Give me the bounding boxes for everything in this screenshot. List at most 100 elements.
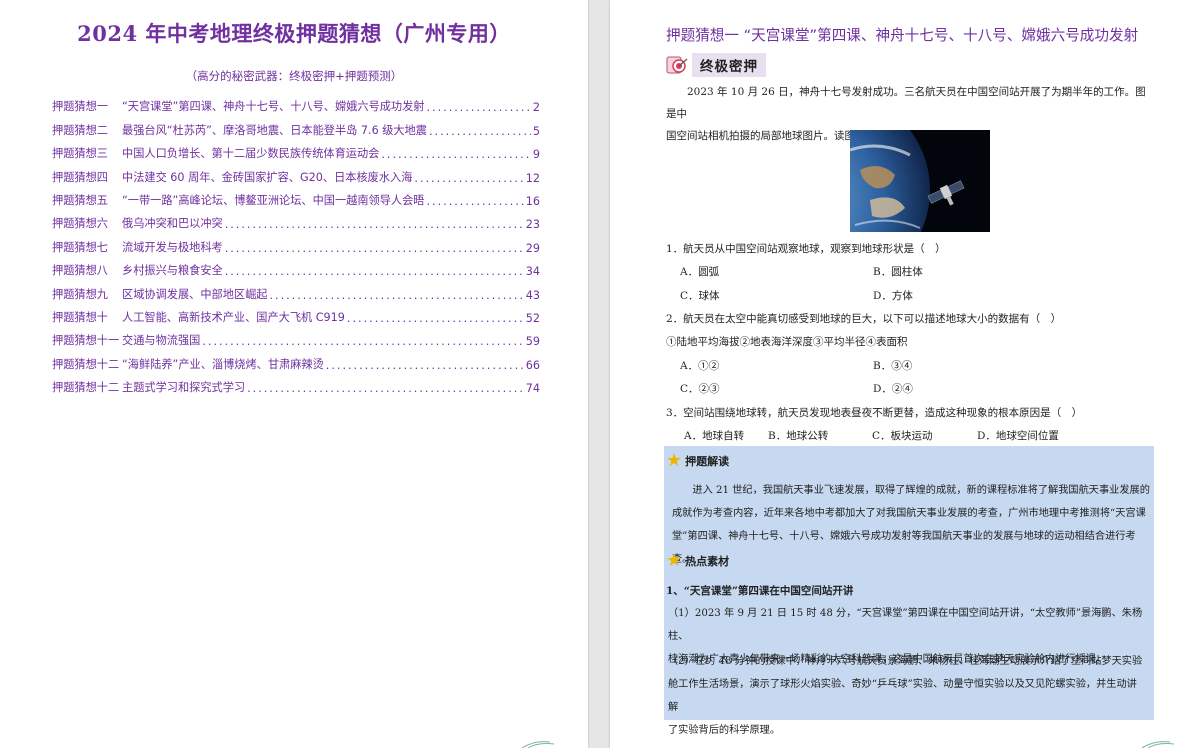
toc-entry-label: 押题猜想二 — [52, 123, 108, 137]
toc-entry-label: 押题猜想六 — [52, 217, 108, 231]
toc-entry[interactable]: 押题猜想九区域协调发展、中部地区崛起 43 — [52, 278, 540, 302]
toc-entry[interactable]: 押题猜想二最强台风“杜苏芮”、摩洛哥地震、日本能登半岛 7.6 级大地震 5 — [52, 114, 540, 138]
toc-entry-text: 人工智能、高新技术产业、国产大飞机 C919 — [122, 310, 345, 324]
toc-entry[interactable]: 押题猜想七流域开发与极地科考 29 — [52, 231, 540, 255]
target-icon — [666, 54, 688, 76]
toc-leader-dots — [225, 218, 524, 231]
toc-entry-text: 最强台风“杜苏芮”、摩洛哥地震、日本能登半岛 7.6 级大地震 — [122, 123, 427, 137]
toc-leader-dots — [269, 289, 523, 302]
toc-entry[interactable]: 押题猜想三中国人口负增长、第十二届少数民族传统体育运动会 9 — [52, 138, 540, 161]
toc-entry-text: “海鲜陆养”产业、淄博烧烤、甘肃麻辣烫 — [122, 357, 324, 371]
document-title: 2024 年中考地理终极押题猜想（广州专用） — [77, 21, 511, 46]
toc-entry-page: 43 — [525, 288, 540, 302]
toc-entry-page: 52 — [525, 311, 540, 325]
toc-leader-dots — [225, 242, 524, 255]
toc-entry-text: “一带一路”高峰论坛、博鳌亚洲论坛、中国一越南领导人会晤 — [122, 193, 425, 207]
toc-entry-page: 5 — [532, 124, 540, 138]
toc-subtitle: （高分的秘密武器：终极密押+押题预测） — [185, 69, 403, 83]
analysis-line: 成就作为考查内容，近年来各地中考都加大了对我国航天事业发展的考查，广州市地理中考… — [672, 508, 1146, 519]
content-page: 押题猜想一 “天宫课堂”第四课、神舟十七号、十八号、嫦娥六号成功发射 终极密押 … — [610, 0, 1198, 748]
final-prediction-badge: 终极密押 — [666, 53, 766, 77]
table-of-contents: 押题猜想一 “天宫课堂”第四课、神舟十七号、十八号、嫦娥六号成功发射 2 押题猜想二… — [52, 91, 540, 395]
toc-entry[interactable]: 押题猜想十人工智能、高新技术产业、国产大飞机 C919 52 — [52, 302, 540, 325]
toc-entry-page: 59 — [525, 335, 540, 349]
option-2c[interactable]: C．②③ — [680, 381, 720, 396]
toc-entry-label: 押题猜想八 — [52, 264, 108, 278]
hot-material-heading-label: 热点素材 — [685, 555, 730, 568]
toc-leader-dots — [347, 312, 524, 325]
option-1a[interactable]: A．圆弧 — [680, 264, 719, 279]
analysis-line: 进入 21 世纪，我国航天事业飞速发展，取得了辉煌的成就，新的课程标准将了解我国… — [692, 485, 1150, 496]
toc-entry-text: 中国人口负增长、第十二届少数民族传统体育运动会 — [122, 147, 380, 161]
toc-entry-text: 区域协调发展、中部地区崛起 — [122, 287, 268, 301]
toc-entry[interactable]: 押题猜想十二“海鲜陆养”产业、淄博烧烤、甘肃麻辣烫 66 — [52, 348, 540, 372]
toc-entry-page: 74 — [525, 382, 540, 396]
option-2a[interactable]: A．①② — [680, 358, 719, 373]
toc-entry-label: 押题猜想三 — [52, 147, 108, 161]
toc-leader-dots — [381, 148, 531, 161]
toc-page: 2024 年中考地理终极押题猜想（广州专用） （高分的秘密武器：终极密押+押题预… — [0, 0, 588, 748]
toc-entry-label: 押题猜想七 — [52, 240, 108, 254]
hot-line: 了实验背后的科学原理。 — [668, 725, 781, 736]
question-1: 1．航天员从中国空间站观察地球，观察到地球形状是（ ） — [666, 243, 946, 255]
toc-entry-text: 中法建交 60 周年、金砖国家扩容、G20、日本核废水入海 — [122, 170, 413, 184]
hot-line: （1）2023 年 9 月 21 日 15 时 48 分，“天宫课堂”第四课在中… — [668, 608, 1143, 642]
toc-entry[interactable]: 押题猜想四中法建交 60 周年、金砖国家扩容、G20、日本核废水入海 12 — [52, 161, 540, 185]
toc-leader-dots — [429, 125, 531, 138]
toc-entry-text: 乡村振兴与粮食安全 — [122, 264, 223, 278]
toc-entry-label: 押题猜想十 — [52, 310, 108, 324]
toc-entry-text: 流域开发与极地科考 — [122, 240, 223, 254]
toc-leader-dots — [247, 382, 524, 395]
option-3d[interactable]: D．地球空间位置 — [977, 428, 1059, 443]
option-3b[interactable]: B．地球公转 — [768, 428, 828, 443]
toc-entry-page: 23 — [525, 218, 540, 232]
option-3a[interactable]: A．地球自转 — [684, 428, 744, 443]
section-title: 押题猜想一 “天宫课堂”第四课、神舟十七号、十八号、嫦娥六号成功发射 — [666, 27, 1139, 44]
hot-line: （2）在约 48 分钟的授课中，神舟十六号航天员景海鹏、朱杨柱、桂海潮生动展示介… — [668, 656, 1143, 667]
toc-entry-page: 16 — [525, 194, 540, 208]
option-2d[interactable]: D．②④ — [873, 381, 913, 396]
hot-material-subheading: 1、“天宫课堂”第四课在中国空间站开讲 — [666, 585, 854, 597]
analysis-heading-label: 押题解读 — [685, 455, 730, 468]
toc-leader-dots — [225, 265, 524, 278]
toc-leader-dots — [426, 195, 523, 208]
intro-line: 2023 年 10 月 26 日，神舟十七号发射成功。三名航天员在中国空间站开展… — [666, 86, 1146, 120]
toc-leader-dots — [414, 172, 523, 185]
toc-entry[interactable]: 押题猜想一 “天宫课堂”第四课、神舟十七号、十八号、嫦娥六号成功发射 2 — [52, 91, 540, 114]
toc-entry-page: 34 — [525, 265, 540, 279]
earth-from-space-image — [850, 130, 990, 232]
option-2b[interactable]: B．③④ — [873, 358, 912, 373]
toc-entry-text: 交通与物流强国 — [122, 334, 201, 348]
toc-leader-dots — [426, 101, 530, 114]
analysis-paragraph: 进入 21 世纪，我国航天事业飞速发展，取得了辉煌的成就，新的课程标准将了解我国… — [672, 479, 1150, 571]
footer-sprig-decoration — [521, 741, 555, 748]
option-1b[interactable]: B．圆柱体 — [873, 264, 923, 279]
toc-entry[interactable]: 押题猜想六俄乌冲突和巴以冲突 23 — [52, 208, 540, 231]
hot-material-heading: ★ 热点素材 — [666, 552, 729, 570]
toc-leader-dots — [202, 335, 523, 348]
toc-entry-text: “天宫课堂”第四课、神舟十七号、十八号、嫦娥六号成功发射 — [122, 100, 425, 114]
question-3: 3．空间站围绕地球转，航天员发现地表昼夜不断更替，造成这种现象的根本原因是（ ） — [666, 407, 1083, 419]
option-1c[interactable]: C．球体 — [680, 288, 720, 303]
option-3c[interactable]: C．板块运动 — [872, 428, 933, 443]
star-icon: ★ — [666, 550, 683, 571]
toc-entry-label: 押题猜想十二 — [52, 357, 120, 371]
hot-line: 舱工作生活场景，演示了球形火焰实验、奇妙“乒乓球”实验、动量守恒实验以及又见陀螺… — [668, 679, 1137, 713]
toc-entry-page: 66 — [525, 358, 540, 372]
analysis-heading: ★ 押题解读 — [666, 452, 729, 470]
toc-entry-label: 押题猜想十一 — [52, 334, 120, 348]
toc-entry[interactable]: 押题猜想八乡村振兴与粮食安全 34 — [52, 255, 540, 278]
hot-material-paragraph-2: （2）在约 48 分钟的授课中，神舟十六号航天员景海鹏、朱杨柱、桂海潮生动展示介… — [668, 650, 1146, 742]
footer-sprig-decoration — [1141, 741, 1175, 748]
toc-entry-page: 29 — [525, 241, 540, 255]
toc-entry-label: 押题猜想九 — [52, 287, 108, 301]
toc-leader-dots — [326, 359, 524, 372]
toc-entry[interactable]: 押题猜想五 “一带一路”高峰论坛、博鳌亚洲论坛、中国一越南领导人会晤 16 — [52, 185, 540, 208]
toc-entry[interactable]: 押题猜想十一交通与物流强国 59 — [52, 325, 540, 348]
question-2: 2．航天员在太空中能真切感受到地球的巨大，以下可以描述地球大小的数据有（ ） — [666, 313, 1062, 325]
toc-entry-text: 主题式学习和探究式学习 — [122, 381, 246, 395]
toc-entry-page: 2 — [532, 101, 540, 115]
option-1d[interactable]: D．方体 — [873, 288, 913, 303]
toc-entry[interactable]: 押题猜想十二主题式学习和探究式学习 74 — [52, 372, 540, 395]
analysis-box: ★ 押题解读 进入 21 世纪，我国航天事业飞速发展，取得了辉煌的成就，新的课程… — [664, 446, 1154, 736]
